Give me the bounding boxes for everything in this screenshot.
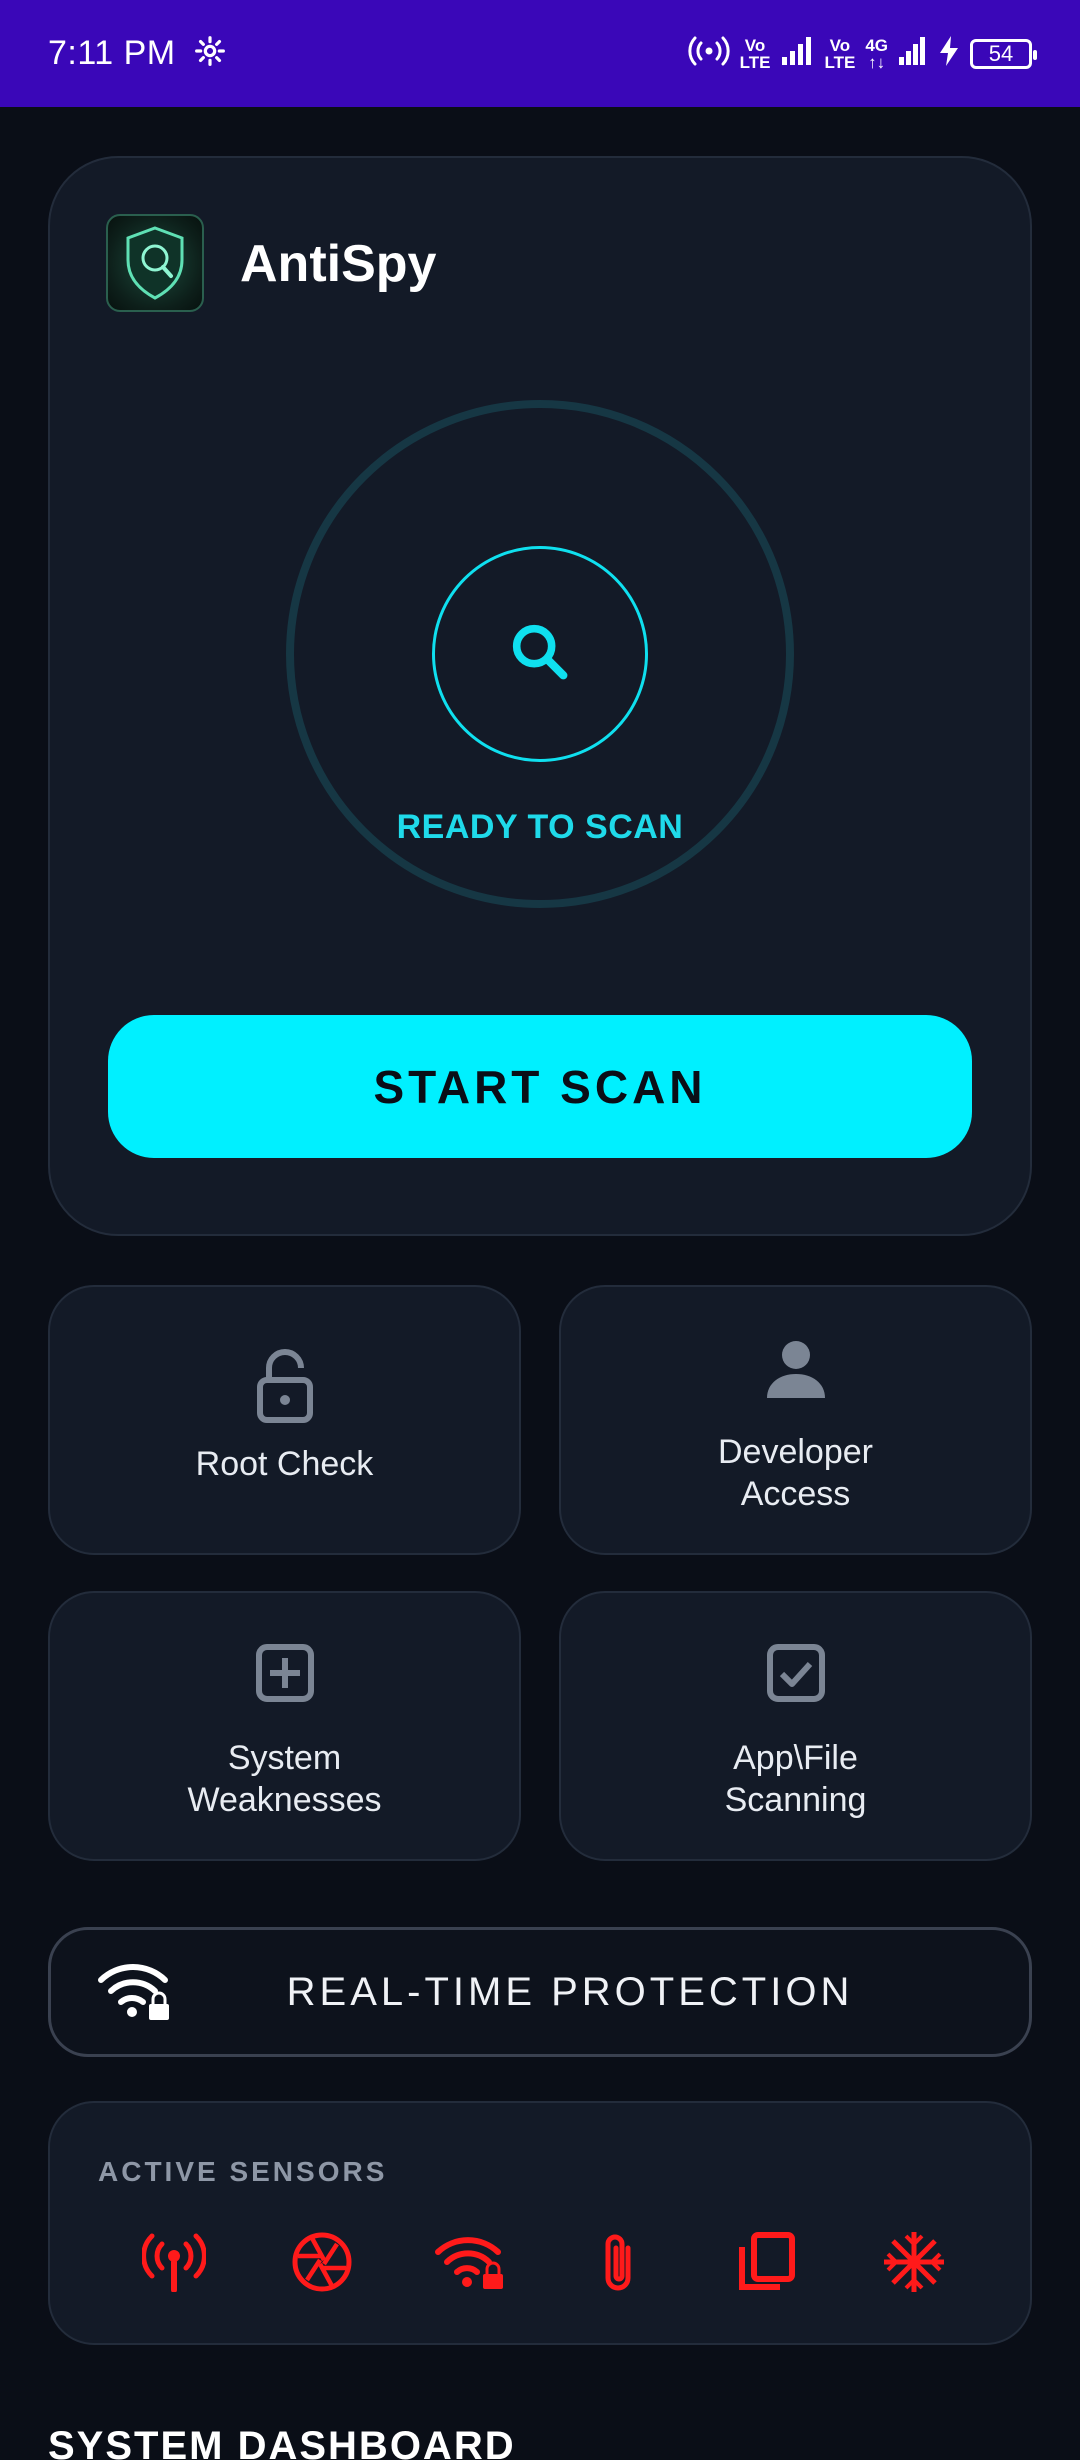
antenna-icon[interactable] (136, 2224, 212, 2300)
sensor-row (120, 2224, 960, 2300)
volte-label-2: Vo LTE (824, 35, 856, 72)
scan-status: READY TO SCAN (396, 808, 684, 846)
battery-icon: 54 (970, 38, 1037, 69)
charging-icon (938, 35, 960, 72)
active-sensors-card (48, 2101, 1032, 2345)
tile-label: Root Check (195, 1445, 374, 1483)
copy-icon[interactable] (728, 2224, 804, 2300)
padlock-icon (255, 1345, 315, 1425)
camera-shutter-icon[interactable] (284, 2224, 360, 2300)
system-dashboard-title: SYSTEM DASHBOARD (48, 2424, 516, 2460)
active-sensors-title: ACTIVE SENSORS (98, 2156, 388, 2187)
snowflake-icon[interactable] (876, 2224, 952, 2300)
antispy-shield-logo (106, 214, 204, 312)
tile-system-weaknesses[interactable]: System Weaknesses (48, 1591, 521, 1861)
search-icon (505, 617, 575, 692)
tile-label: System Weaknesses (187, 1739, 382, 1819)
paperclip-icon[interactable] (580, 2224, 656, 2300)
tile-label: App\File Scanning (724, 1739, 867, 1819)
real-time-protection-label: REAL-TIME PROTECTION (286, 1969, 854, 2014)
network-type-label: 4G ↑↓ (865, 35, 888, 72)
plus-box-icon (255, 1633, 315, 1713)
status-bar: 7:11 PM Vo LTE Vo LTE 4G ↑↓ 54 (0, 0, 1080, 107)
scan-indicator[interactable] (432, 546, 648, 762)
tile-root-check[interactable]: Root Check (48, 1285, 521, 1555)
start-scan-button[interactable]: START SCAN (108, 1015, 972, 1158)
gear-icon (194, 35, 226, 72)
real-time-protection-button[interactable]: REAL-TIME PROTECTION (48, 1927, 1032, 2057)
app-title: AntiSpy (240, 235, 437, 293)
checkbox-icon (766, 1633, 826, 1713)
signal-icon (898, 35, 928, 72)
tile-label: Developer Access (718, 1433, 873, 1513)
status-time: 7:11 PM (48, 34, 176, 72)
tile-developer-access[interactable]: Developer Access (559, 1285, 1032, 1555)
hotspot-icon (687, 35, 730, 72)
tile-app-file-scanning[interactable]: App\File Scanning (559, 1591, 1032, 1861)
volte-label-1: Vo LTE (739, 35, 771, 72)
wifi-lock-icon[interactable] (432, 2224, 508, 2300)
signal-icon (780, 35, 814, 72)
person-icon (765, 1329, 827, 1409)
